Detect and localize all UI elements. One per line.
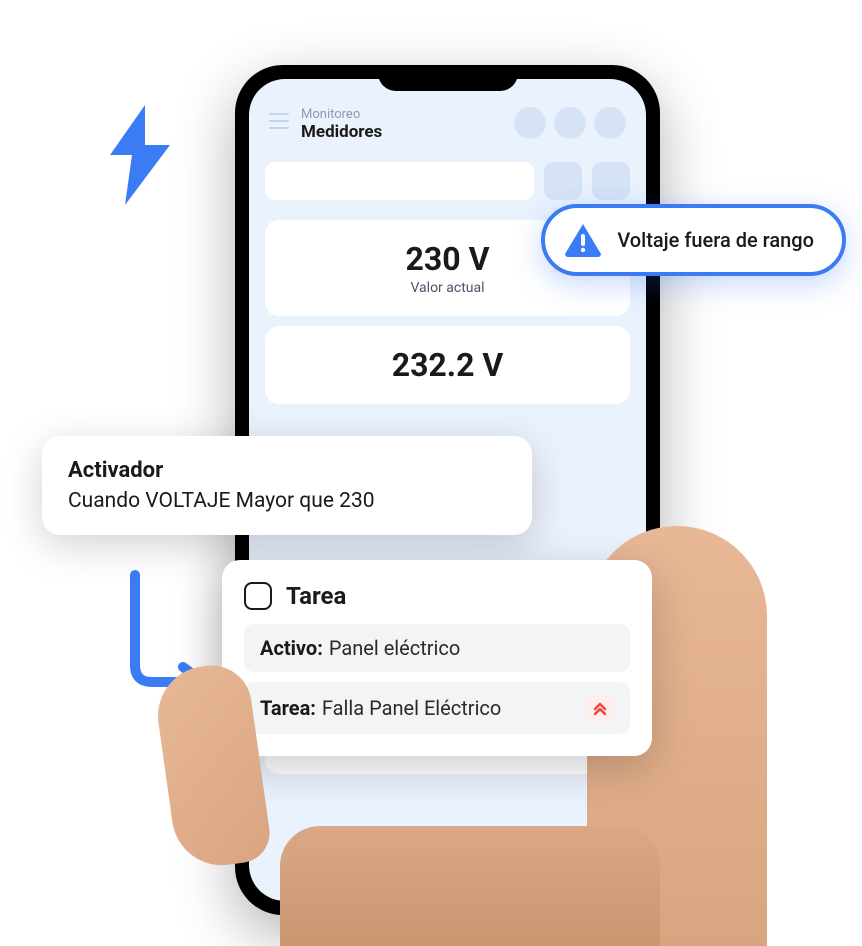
alert-text: Voltaje fuera de rango (617, 228, 814, 252)
header-title: Medidores (301, 122, 502, 142)
second-value-card[interactable]: 232.2 V (265, 326, 630, 404)
task-value: Falla Panel Eléctrico (322, 696, 580, 720)
filter-button[interactable] (544, 162, 582, 200)
priority-high-icon (586, 694, 614, 722)
task-label: Tarea: (260, 696, 316, 720)
header-actions (514, 107, 626, 139)
sort-button[interactable] (592, 162, 630, 200)
task-name-row[interactable]: Tarea: Falla Panel Eléctrico (244, 682, 630, 734)
phone-notch (378, 65, 518, 91)
hand-palm (280, 826, 660, 946)
header-action-button[interactable] (554, 107, 586, 139)
voltage-alert-pill[interactable]: Voltaje fuera de rango (541, 204, 846, 276)
lightning-bolt-icon (90, 100, 190, 210)
search-row (249, 152, 646, 210)
activator-card[interactable]: Activador Cuando VOLTAJE Mayor que 230 (42, 436, 532, 535)
task-checkbox[interactable] (244, 582, 272, 610)
task-card[interactable]: Tarea Activo: Panel eléctrico Tarea: Fal… (222, 560, 652, 756)
activator-title: Activador (68, 458, 506, 483)
task-title: Tarea (286, 582, 346, 610)
asset-label: Activo: (260, 636, 323, 660)
task-asset-row[interactable]: Activo: Panel eléctrico (244, 624, 630, 672)
header-action-button[interactable] (514, 107, 546, 139)
task-header: Tarea (244, 582, 630, 610)
search-input[interactable] (265, 162, 534, 200)
activator-condition: Cuando VOLTAJE Mayor que 230 (68, 489, 506, 513)
second-value: 232.2 V (285, 346, 610, 384)
header-subtitle: Monitoreo (301, 107, 502, 122)
header-titles: Monitoreo Medidores (301, 107, 502, 142)
header-action-button[interactable] (594, 107, 626, 139)
menu-icon[interactable] (269, 113, 289, 129)
asset-value: Panel eléctrico (329, 636, 614, 660)
warning-triangle-icon (563, 222, 603, 258)
current-value-label: Valor actual (285, 280, 610, 296)
